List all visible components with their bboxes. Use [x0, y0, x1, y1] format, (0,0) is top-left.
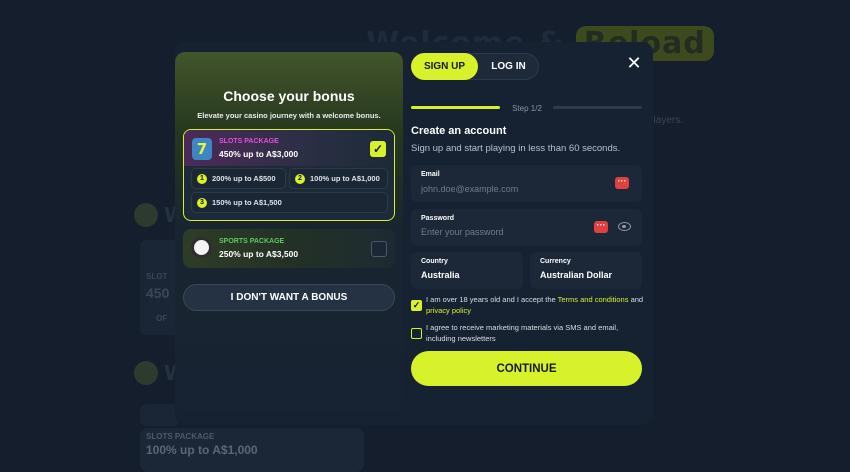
- slots-card-glow: [184, 130, 394, 166]
- password-label: Password: [421, 215, 455, 222]
- password-input[interactable]: Enter your password: [421, 227, 504, 237]
- country-value: Australia: [421, 270, 460, 280]
- tier-text: 100% up to A$1,000: [310, 174, 380, 183]
- background-banner-label: SLOTS PACKAGE: [146, 432, 215, 441]
- step-progress-active: [411, 106, 500, 109]
- country-label: Country: [421, 258, 448, 265]
- background-bonus-icon: [134, 203, 158, 227]
- background-bonus-icon-2: [134, 361, 158, 385]
- marketing-checkbox[interactable]: [411, 328, 422, 339]
- continue-button[interactable]: CONTINUE: [411, 351, 642, 386]
- sports-package-label: SPORTS PACKAGE: [219, 238, 285, 245]
- tier-number-badge: 2: [295, 173, 305, 184]
- tab-login[interactable]: LOG IN: [478, 53, 539, 80]
- background-subtitle: players.: [648, 115, 684, 126]
- terms-link[interactable]: Terms and conditions: [558, 295, 629, 304]
- step-indicator: Step 1/2: [512, 104, 542, 113]
- close-icon[interactable]: ✕: [626, 54, 642, 72]
- password-manager-icon[interactable]: ···: [594, 221, 608, 233]
- background-card-amount: 450: [146, 285, 170, 301]
- tier-text: 200% up to A$500: [212, 174, 276, 183]
- slot-machine-icon: 7: [192, 138, 212, 160]
- slots-tier-1: 1 200% up to A$500: [191, 168, 286, 189]
- background-banner-amount: 100% up to A$1,000: [146, 443, 258, 457]
- marketing-text: I agree to receive marketing materials v…: [426, 323, 619, 343]
- tier-number-badge: 3: [197, 197, 207, 208]
- terms-checkbox[interactable]: ✓: [411, 300, 422, 311]
- password-manager-icon[interactable]: ···: [615, 177, 629, 189]
- step-progress-inactive: [553, 106, 642, 109]
- sports-package-card[interactable]: SPORTS PACKAGE 250% up to A$3,500: [183, 229, 395, 268]
- no-bonus-button[interactable]: I DON'T WANT A BONUS: [183, 284, 395, 311]
- sports-package-amount: 250% up to A$3,500: [219, 249, 299, 259]
- soccer-ball-icon: [191, 237, 212, 258]
- slots-package-amount: 450% up to A$3,000: [219, 149, 299, 159]
- email-input[interactable]: john.doe@example.com: [421, 184, 518, 194]
- currency-label: Currency: [540, 258, 571, 265]
- currency-value: Australian Dollar: [540, 270, 613, 280]
- bonus-title: Choose your bonus: [223, 88, 355, 104]
- slots-selected-checkbox[interactable]: ✓: [370, 141, 386, 157]
- slots-tier-3: 3 150% up to A$1,500: [191, 192, 388, 213]
- tier-number-badge: 1: [197, 173, 207, 184]
- background-card-2: [140, 404, 180, 426]
- privacy-policy-link[interactable]: privacy policy: [426, 306, 471, 315]
- form-subtitle: Sign up and start playing in less than 6…: [411, 143, 621, 154]
- background-card-label: SLOT: [146, 272, 168, 281]
- eye-icon[interactable]: [618, 222, 631, 231]
- form-title: Create an account: [411, 125, 507, 137]
- email-label: Email: [421, 171, 440, 178]
- slots-package-label: SLOTS PACKAGE: [219, 138, 279, 145]
- terms-text: I am over 18 years old and I accept the …: [426, 295, 644, 315]
- tab-signup[interactable]: SIGN UP: [411, 53, 478, 80]
- tier-text: 150% up to A$1,500: [212, 198, 282, 207]
- background-card-chip: OF: [156, 314, 168, 323]
- sports-checkbox[interactable]: [371, 241, 387, 257]
- bonus-subtitle: Elevate your casino journey with a welco…: [197, 111, 381, 120]
- slots-tier-2: 2 100% up to A$1,000: [289, 168, 388, 189]
